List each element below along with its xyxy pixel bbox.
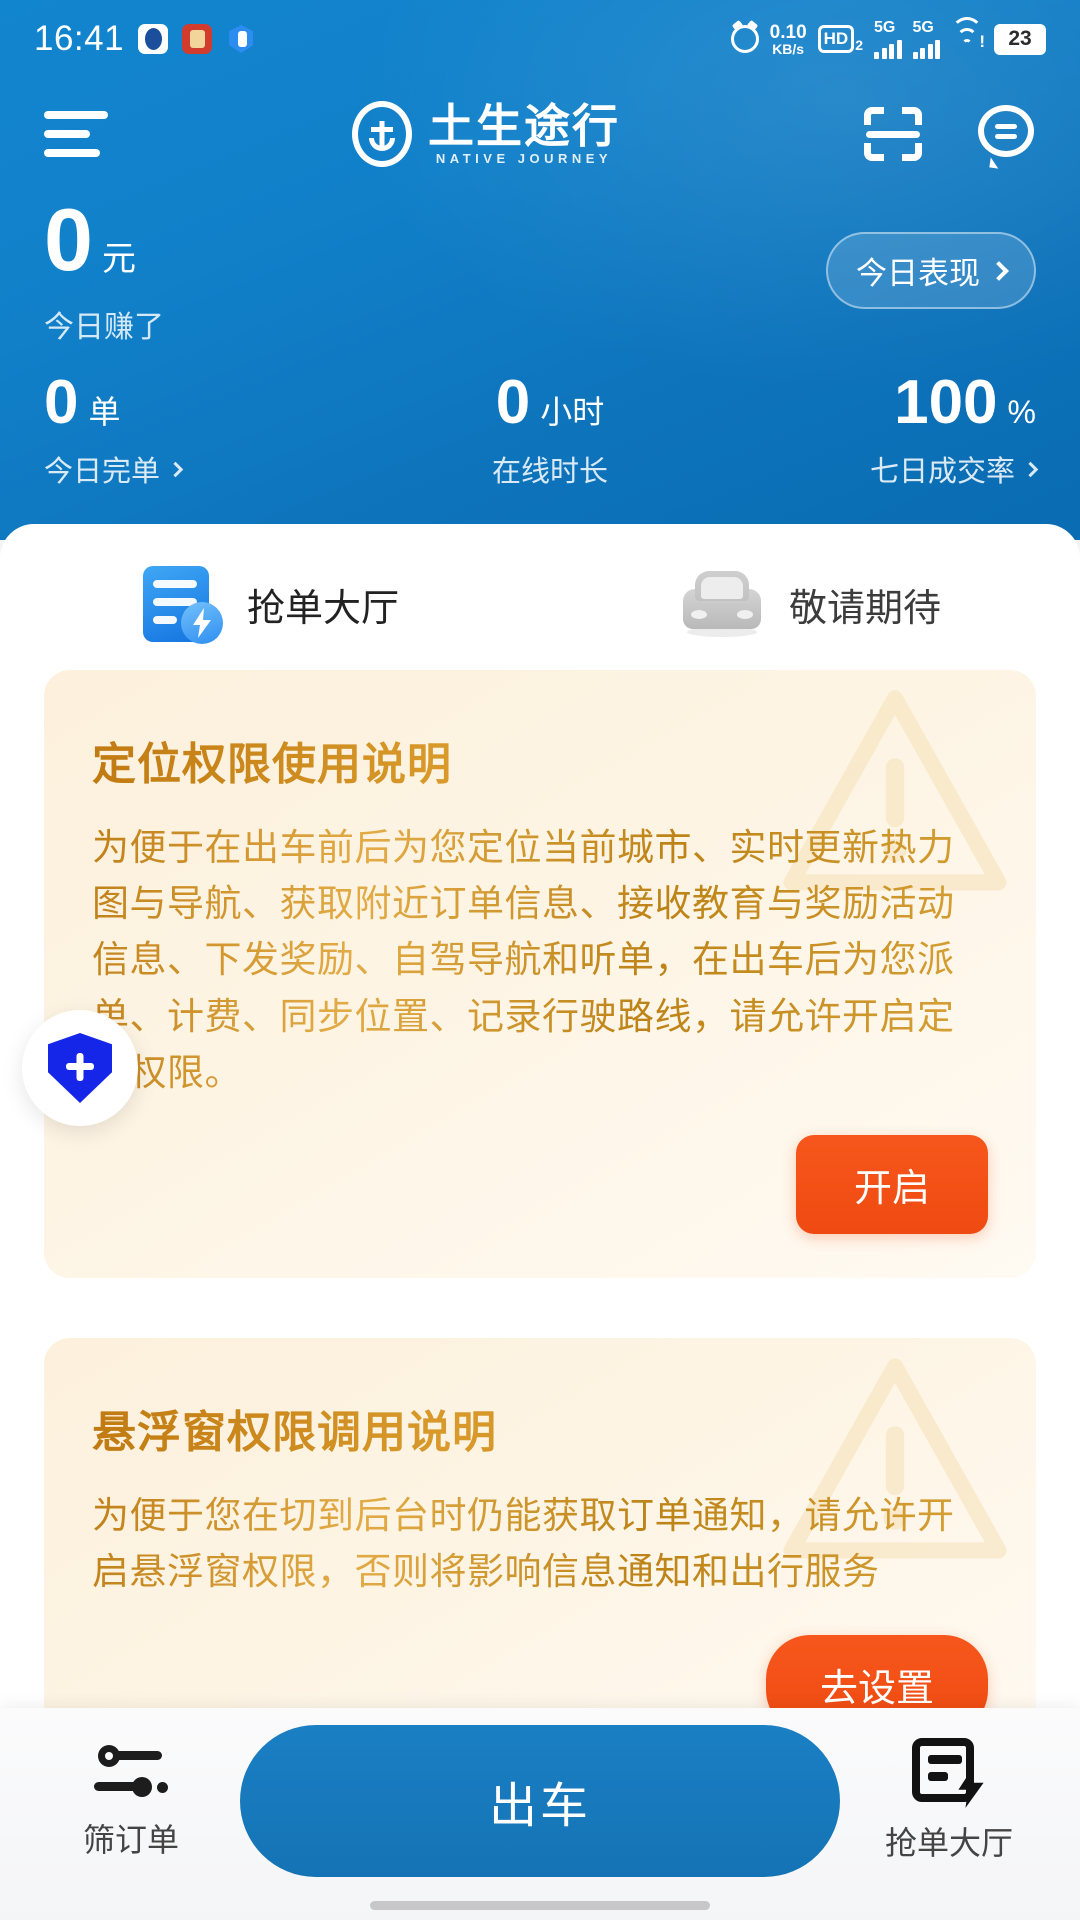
stat-value: 100	[894, 368, 998, 437]
bottom-navigation-bar: 筛订单 出车 抢单大厅	[0, 1708, 1080, 1920]
earnings-label: 今日赚了	[44, 311, 164, 344]
stat-seven-day-rate[interactable]: 100 % 七日成交率	[700, 372, 1080, 490]
permission-card-title: 悬浮窗权限调用说明	[92, 1396, 988, 1460]
sim1-signal-icon: 5G	[874, 18, 902, 59]
permission-card-location: 定位权限使用说明 为便于在出车前后为您定位当前城市、实时更新热力图与导航、获取附…	[44, 670, 1036, 1279]
alarm-icon	[730, 25, 759, 53]
filter-order-icon	[92, 1741, 170, 1803]
today-performance-label: 今日表现	[856, 256, 980, 291]
status-time: 16:41	[34, 19, 125, 58]
wifi-alert: !	[979, 32, 985, 51]
shield-plus-icon[interactable]	[22, 1010, 138, 1126]
start-driving-button[interactable]: 出车	[240, 1725, 840, 1877]
order-hall-icon	[912, 1738, 986, 1808]
stat-value: 0	[44, 368, 79, 437]
brand-name-cn: 土生途行	[428, 100, 620, 153]
stat-value: 0	[495, 368, 531, 437]
stat-label: 在线时长	[491, 456, 608, 488]
today-performance-button[interactable]: 今日表现	[826, 232, 1036, 309]
bolt-icon	[958, 1766, 984, 1808]
wifi-icon: !	[951, 17, 985, 51]
tab-label: 抢单大厅	[246, 587, 399, 630]
status-bar-right: 0.10 KB/s HD 2 5G 5G ! 23	[730, 17, 1046, 59]
earnings-unit: 元	[101, 240, 136, 278]
order-hall-icon	[141, 564, 223, 644]
stat-unit: 单	[88, 394, 121, 430]
notification-app-icon-2	[182, 24, 213, 54]
permission-card-body: 为便于在出车前后为您定位当前城市、实时更新热力图与导航、获取附近订单信息、接收教…	[92, 820, 988, 1101]
scan-icon[interactable]	[864, 107, 922, 161]
nav-label: 抢单大厅	[884, 1825, 1013, 1861]
stat-today-orders[interactable]: 0 单 今日完单	[0, 372, 400, 490]
nav-order-hall[interactable]: 抢单大厅	[864, 1738, 1034, 1864]
status-bar: 16:41 0.10 KB/s HD 2 5G 5G ! 23	[0, 0, 1080, 78]
chat-icon[interactable]	[978, 105, 1036, 169]
hd-sub: 2	[855, 37, 863, 53]
stat-unit: 小时	[540, 394, 605, 430]
brand-emblem-icon	[352, 101, 412, 167]
chevron-right-icon	[1022, 461, 1039, 477]
hd-voice-icon: HD 2	[817, 25, 863, 53]
earnings-block: 0 元 今日赚了	[44, 196, 164, 346]
sim2-signal-icon: 5G	[912, 18, 940, 59]
nav-label: 筛订单	[82, 1822, 179, 1858]
notification-app-icon-3	[226, 24, 256, 54]
network-speed-unit: KB/s	[772, 40, 805, 57]
home-indicator	[370, 1901, 710, 1910]
enable-location-button[interactable]: 开启	[795, 1135, 988, 1235]
earnings-amount-row: 0 元	[44, 196, 164, 284]
status-bar-left: 16:41	[34, 19, 256, 59]
mode-tabs: 抢单大厅 敬请期待	[0, 524, 1080, 670]
menu-icon[interactable]	[44, 111, 108, 157]
permission-card-body: 为便于您在切到后台时仍能获取订单通知，请允许开启悬浮窗权限，否则将影响信息通知和…	[92, 1488, 988, 1600]
tab-label: 敬请期待	[788, 587, 941, 630]
stat-online-duration: 0 小时 在线时长	[400, 372, 700, 490]
permission-card-actions: 开启	[92, 1135, 988, 1235]
brand-text: 土生途行 NATIVE JOURNEY	[428, 100, 620, 166]
app-header: 土生途行 NATIVE JOURNEY	[0, 78, 1080, 190]
sim2-label: 5G	[912, 18, 934, 36]
tab-coming-soon[interactable]: 敬请期待	[540, 564, 1080, 644]
app-screen: 16:41 0.10 KB/s HD 2 5G 5G ! 23 土生途行 NAT…	[0, 0, 1080, 1920]
nav-filter-orders[interactable]: 筛订单	[46, 1741, 216, 1861]
hd-label: HD	[817, 25, 855, 53]
bolt-icon	[192, 608, 211, 638]
notification-app-icon-1	[138, 24, 169, 54]
car-icon	[679, 571, 765, 637]
stat-label: 七日成交率	[869, 456, 1015, 488]
stat-unit: %	[1007, 394, 1036, 430]
tab-order-hall[interactable]: 抢单大厅	[0, 564, 540, 644]
sim1-label: 5G	[874, 18, 896, 36]
stat-label: 今日完单	[44, 456, 161, 488]
brand-name-en: NATIVE JOURNEY	[435, 150, 613, 166]
chevron-right-icon	[989, 260, 1009, 281]
header-actions	[864, 105, 1036, 169]
earnings-amount: 0	[44, 190, 93, 289]
chevron-right-icon	[167, 461, 184, 477]
network-speed-indicator: 0.10 KB/s	[770, 23, 807, 56]
battery-indicator: 23	[994, 23, 1046, 55]
stats-row: 0 单 今日完单 0 小时 在线时长 100 % 七日成交率	[0, 372, 1080, 490]
network-speed-value: 0.10	[769, 21, 807, 43]
brand-logo: 土生途行 NATIVE JOURNEY	[108, 101, 864, 167]
permission-card-title: 定位权限使用说明	[92, 728, 988, 792]
